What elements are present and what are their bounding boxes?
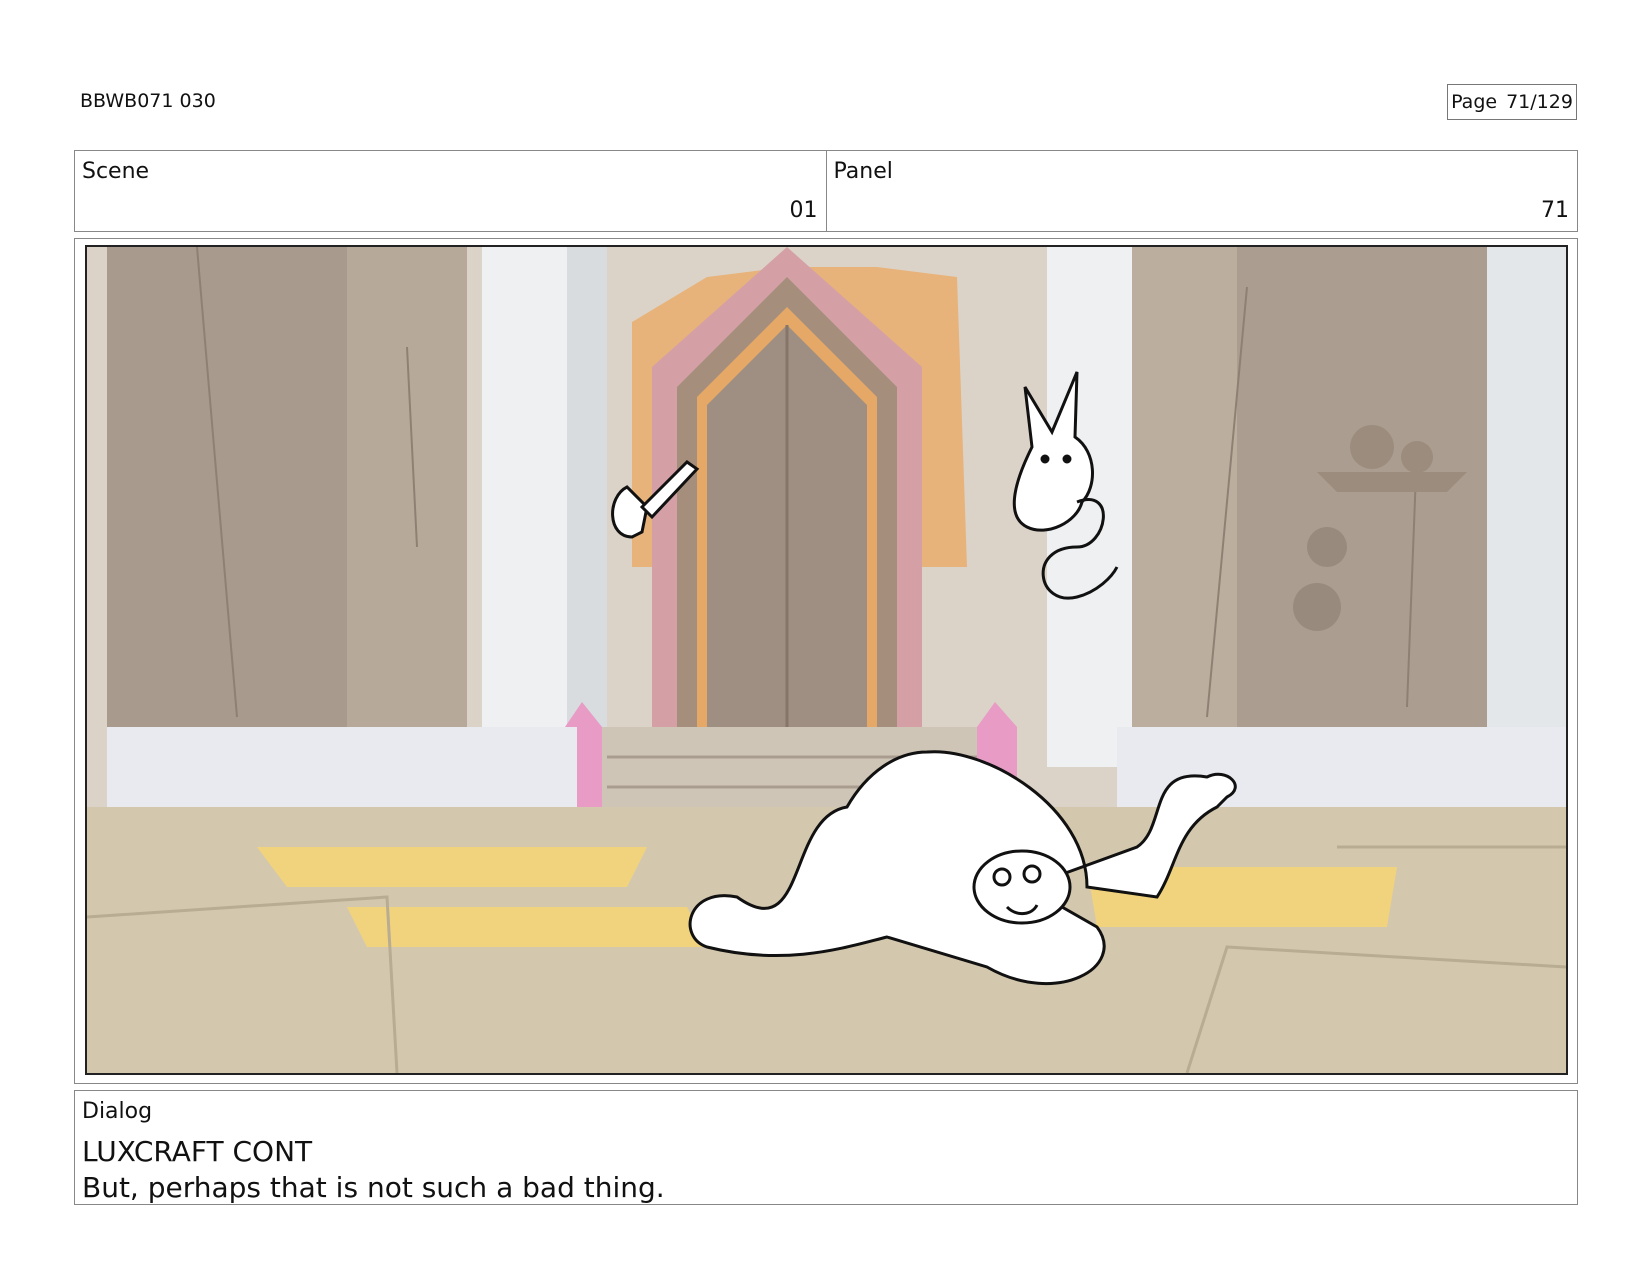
page-number: 71/129 [1506, 91, 1573, 113]
page-indicator: Page 71/129 [1447, 84, 1577, 120]
panel-cell: Panel 71 [825, 151, 1578, 231]
dialog-label: Dialog [82, 1099, 153, 1124]
panel-label: Panel [833, 159, 893, 184]
left-pillar [482, 247, 577, 767]
dialog-box: Dialog LUXCRAFT CONT But, perhaps that i… [74, 1090, 1578, 1205]
scene-number: 01 [789, 198, 818, 223]
storyboard-drawing [87, 247, 1566, 1073]
page-label: Page [1451, 91, 1498, 113]
dialog-speaker: LUXCRAFT CONT [82, 1135, 313, 1168]
scene-label: Scene [82, 159, 150, 184]
scene-cell: Scene 01 [75, 151, 826, 231]
panel-number: 71 [1541, 198, 1569, 223]
document-id: BBWB071 030 [80, 90, 216, 112]
scene-panel-row: Scene 01 Panel 71 [74, 150, 1578, 232]
storyboard-panel-image [85, 245, 1568, 1075]
dialog-line: But, perhaps that is not such a bad thin… [82, 1171, 665, 1204]
